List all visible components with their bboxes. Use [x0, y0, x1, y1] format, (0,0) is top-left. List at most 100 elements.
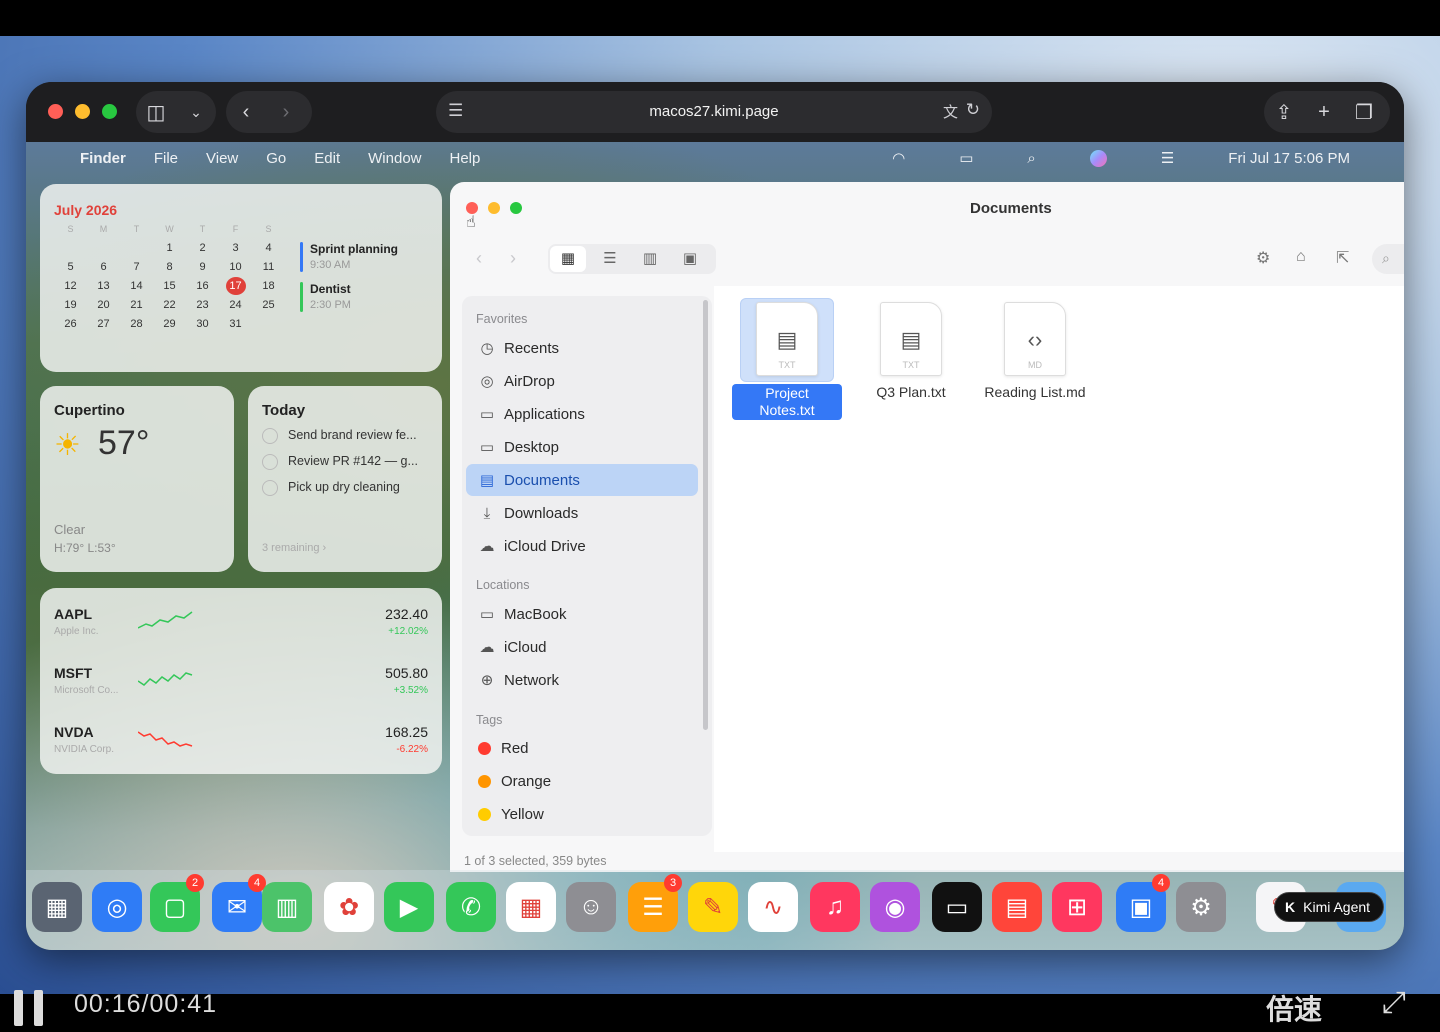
finder-minimize-button[interactable]: [488, 202, 500, 214]
new-tab-icon[interactable]: +: [1304, 91, 1344, 133]
dock-launchpad[interactable]: ▦: [32, 882, 82, 932]
dock-phone[interactable]: ✆: [446, 882, 496, 932]
calendar-day[interactable]: 3: [226, 239, 246, 257]
forward-button[interactable]: ›: [266, 91, 306, 133]
dock-news[interactable]: ▤: [992, 882, 1042, 932]
calendar-day[interactable]: 14: [127, 277, 147, 295]
dock-maps[interactable]: ▥: [262, 882, 312, 932]
close-button[interactable]: [48, 104, 63, 119]
calendar-day[interactable]: 9: [193, 258, 213, 276]
finder-back-button[interactable]: ‹: [476, 248, 482, 269]
calendar-day[interactable]: 30: [193, 315, 213, 333]
speed-button[interactable]: 倍速: [1266, 988, 1322, 1028]
sidebar-icon[interactable]: ◫: [136, 91, 176, 133]
calendar-widget[interactable]: July 2026 S M T W T F S 1 2 3 4 5 6 7 8 9 10 11 12 13 14 15 16…: [40, 184, 442, 372]
stocks-widget[interactable]: AAPL Apple Inc. 232.40 +12.02% MSFT Microsoft…: [40, 588, 442, 774]
dock-app-store[interactable]: ▣ 4: [1116, 874, 1170, 932]
address-bar[interactable]: ☰ macos27.kimi.page 文 ↻: [436, 91, 992, 133]
control-center-icon[interactable]: ☰: [1161, 149, 1174, 167]
calendar-day[interactable]: 22: [160, 296, 180, 314]
dock-freeform[interactable]: ∿: [748, 882, 798, 932]
calendar-day[interactable]: 27: [94, 315, 114, 333]
menu-go[interactable]: Go: [266, 150, 286, 167]
kimi-agent-button[interactable]: K Kimi Agent: [1274, 892, 1384, 922]
minimize-button[interactable]: [75, 104, 90, 119]
spotlight-icon[interactable]: ⌕: [1027, 150, 1035, 167]
calendar-day[interactable]: 19: [61, 296, 81, 314]
calendar-day[interactable]: 1: [160, 239, 180, 257]
dock-mail[interactable]: ✉ 4: [212, 874, 266, 932]
sidebar-item-macbook[interactable]: ▭ MacBook: [466, 598, 698, 630]
wifi-icon[interactable]: ◠: [892, 149, 905, 167]
search-icon[interactable]: ⌕: [1372, 244, 1404, 274]
calendar-day[interactable]: 18: [259, 277, 279, 295]
dock-notes[interactable]: ✎: [688, 882, 738, 932]
battery-icon[interactable]: ▭: [959, 149, 973, 167]
gallery-view-icon[interactable]: ▣: [672, 246, 708, 272]
calendar-day[interactable]: 23: [193, 296, 213, 314]
calendar-today[interactable]: 17: [225, 277, 246, 295]
calendar-day[interactable]: 4: [259, 239, 279, 257]
dock-messages[interactable]: ▢ 2: [150, 874, 204, 932]
reminder-checkbox[interactable]: [262, 480, 278, 496]
calendar-day[interactable]: 29: [160, 315, 180, 333]
file-item[interactable]: ▤ TXT Q3 Plan.txt: [856, 302, 966, 401]
calendar-day[interactable]: 16: [193, 277, 213, 295]
reminders-widget[interactable]: Today Send brand review fe... Review PR #…: [248, 386, 442, 572]
menu-help[interactable]: Help: [450, 150, 481, 167]
share-icon[interactable]: ⇪: [1264, 91, 1304, 133]
menu-edit[interactable]: Edit: [314, 150, 340, 167]
dock-settings[interactable]: ⚙: [1176, 882, 1226, 932]
sidebar-scrollbar[interactable]: [703, 300, 708, 730]
sidebar-item-downloads[interactable]: ⤓ Downloads: [466, 497, 698, 529]
calendar-day[interactable]: 6: [94, 258, 114, 276]
calendar-day[interactable]: 11: [259, 258, 279, 276]
list-view-icon[interactable]: ☰: [592, 246, 628, 272]
menu-view[interactable]: View: [206, 150, 238, 167]
reminder-checkbox[interactable]: [262, 454, 278, 470]
dock-arcade[interactable]: ⊞: [1052, 882, 1102, 932]
sidebar-tag-yellow[interactable]: Yellow: [466, 798, 698, 830]
reminder-checkbox[interactable]: [262, 428, 278, 444]
reminder-item[interactable]: Send brand review fe...: [288, 428, 417, 442]
weather-widget[interactable]: Cupertino ☀ 57° Clear H:79° L:53°: [40, 386, 234, 572]
dock-facetime[interactable]: ▶: [384, 882, 434, 932]
menu-file[interactable]: File: [154, 150, 178, 167]
sidebar-item-icloud[interactable]: ☁ iCloud: [466, 631, 698, 663]
reminders-footer[interactable]: 3 remaining ›: [262, 542, 326, 554]
dock-reminders[interactable]: ☰ 3: [628, 874, 682, 932]
dock-safari[interactable]: ◎: [92, 882, 142, 932]
calendar-day[interactable]: 26: [61, 315, 81, 333]
dock-photos[interactable]: ✿: [324, 882, 374, 932]
calendar-day[interactable]: 13: [94, 277, 114, 295]
calendar-day[interactable]: 31: [226, 315, 246, 333]
finder-zoom-button[interactable]: [510, 202, 522, 214]
file-item[interactable]: ▤ TXT Project Notes.txt: [732, 298, 842, 420]
share-icon[interactable]: ⇱: [1336, 248, 1349, 268]
dock-music[interactable]: ♫: [810, 882, 860, 932]
calendar-day[interactable]: 28: [127, 315, 147, 333]
calendar-day[interactable]: 24: [226, 296, 246, 314]
chevron-down-icon[interactable]: ⌄: [176, 91, 216, 133]
tabs-overview-icon[interactable]: ❐: [1344, 91, 1384, 133]
sidebar-item-airdrop[interactable]: ◎ AirDrop: [466, 365, 698, 397]
sidebar-item-desktop[interactable]: ▭ Desktop: [466, 431, 698, 463]
icon-view-icon[interactable]: ▦: [550, 246, 586, 272]
menu-clock[interactable]: Fri Jul 17 5:06 PM: [1228, 150, 1350, 167]
reminder-item[interactable]: Pick up dry cleaning: [288, 480, 400, 494]
calendar-day[interactable]: 21: [127, 296, 147, 314]
pause-icon[interactable]: [14, 990, 23, 1026]
dock-tv[interactable]: ▭: [932, 882, 982, 932]
calendar-day[interactable]: 25: [259, 296, 279, 314]
calendar-day[interactable]: 15: [160, 277, 180, 295]
calendar-day[interactable]: 5: [61, 258, 81, 276]
column-view-icon[interactable]: ▥: [632, 246, 668, 272]
zoom-button[interactable]: [102, 104, 117, 119]
back-button[interactable]: ‹: [226, 91, 266, 133]
file-item[interactable]: ‹› MD Reading List.md: [980, 302, 1090, 401]
dock-podcasts[interactable]: ◉: [870, 882, 920, 932]
reminder-item[interactable]: Review PR #142 — g...: [288, 454, 418, 468]
finder-forward-button[interactable]: ›: [510, 248, 516, 269]
calendar-day[interactable]: 20: [94, 296, 114, 314]
calendar-day[interactable]: 10: [226, 258, 246, 276]
